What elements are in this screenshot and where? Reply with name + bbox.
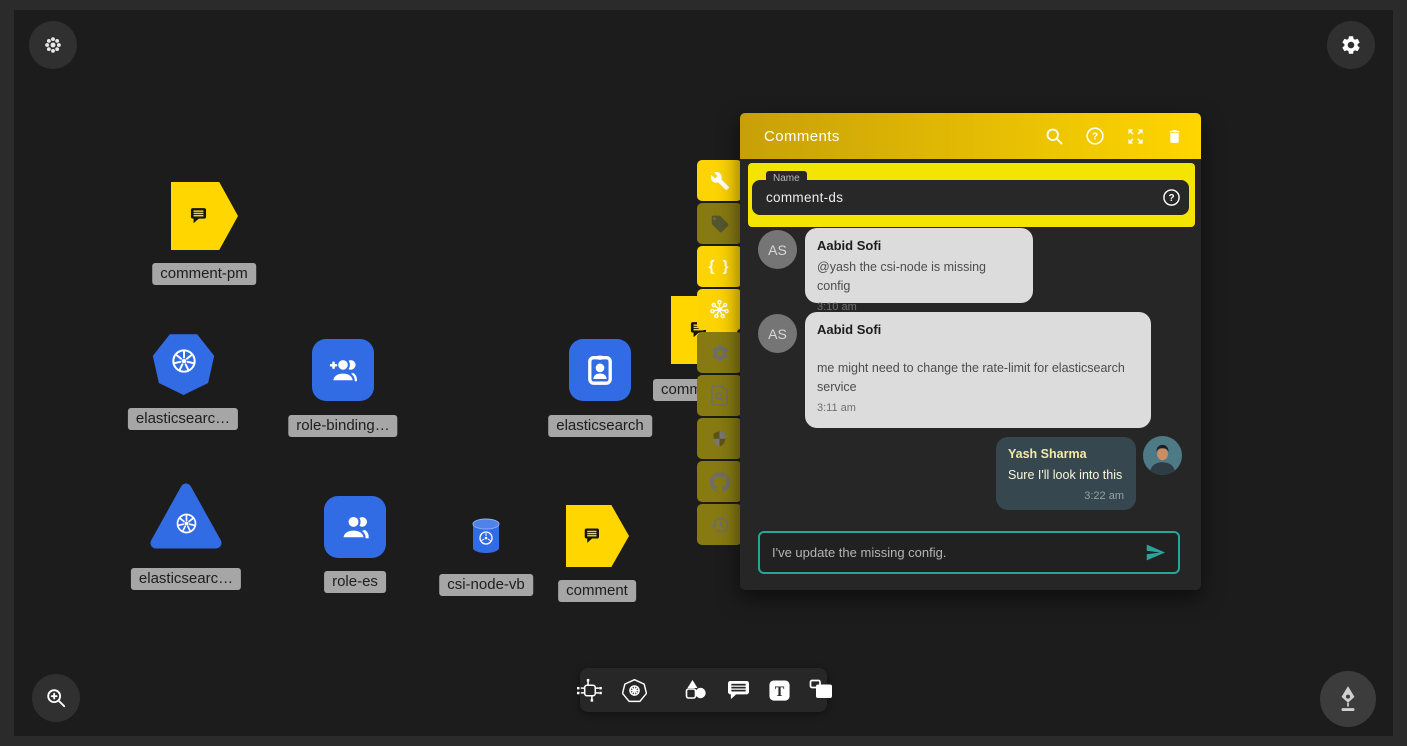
node-role-es[interactable] — [324, 496, 386, 558]
node-label[interactable]: elasticsearc… — [131, 568, 241, 590]
shapes-tool-button[interactable] — [683, 678, 709, 702]
comment-icon — [581, 518, 615, 554]
kubernetes-cylinder-icon — [471, 518, 501, 554]
app-window: comment-pm elasticsearc… role-binding… — [0, 0, 1407, 746]
zoom-in-button[interactable] — [32, 674, 80, 722]
search-button[interactable] — [1044, 126, 1064, 146]
message-author: Yash Sharma — [1008, 447, 1124, 461]
comment-icon — [187, 197, 223, 235]
kubernetes-icon — [622, 678, 647, 703]
comment-composer — [758, 531, 1180, 574]
kubernetes-wheel-icon — [168, 345, 200, 377]
node-label[interactable]: role-es — [324, 571, 386, 593]
message-text: me might need to change the rate-limit f… — [817, 359, 1139, 397]
help-button[interactable]: ? — [1085, 126, 1105, 146]
delete-button[interactable] — [1166, 127, 1183, 146]
shape-dock: T — [580, 668, 827, 712]
configure-button[interactable] — [697, 160, 742, 201]
svg-text:T: T — [774, 683, 784, 699]
settings-button[interactable] — [1327, 21, 1375, 69]
image-tool-button[interactable] — [809, 679, 833, 702]
gear-icon — [710, 343, 730, 363]
node-label[interactable]: comment-pm — [152, 263, 256, 285]
history-button[interactable] — [697, 504, 742, 545]
svg-text:?: ? — [1168, 193, 1174, 204]
avatar-photo — [1143, 436, 1182, 475]
settings-gear-icon — [1340, 34, 1362, 56]
shapes-icon — [683, 678, 709, 702]
name-field-label: Name — [766, 171, 807, 187]
text-icon: T — [768, 679, 791, 702]
expand-button[interactable] — [1126, 127, 1145, 146]
tag-button[interactable] — [697, 203, 742, 244]
node-action-toolbar: { } — [697, 160, 742, 545]
chat-message: Yash Sharma Sure I'll look into this 3:2… — [996, 437, 1136, 510]
name-field-section: Name ? — [748, 163, 1195, 227]
node-elasticsearch-triangle[interactable] — [149, 480, 223, 552]
add-user-icon — [325, 352, 361, 388]
wrench-icon — [710, 171, 730, 191]
node-label[interactable]: comment — [558, 580, 636, 602]
comment-icon — [727, 680, 750, 701]
node-label[interactable]: elasticsearc… — [128, 408, 238, 430]
users-icon — [337, 509, 373, 545]
node-csi-node-vb[interactable] — [471, 518, 501, 554]
image-icon — [809, 679, 833, 702]
pen-tool-button[interactable] — [1320, 671, 1376, 727]
svg-text:?: ? — [1092, 132, 1098, 143]
panel-title: Comments — [764, 128, 840, 145]
expand-icon — [1126, 127, 1145, 146]
node-label[interactable]: csi-node-vb — [439, 574, 533, 596]
help-icon: ? — [1085, 126, 1105, 146]
kubernetes-wheel-icon — [173, 510, 200, 537]
comments-panel: Comments ? Name ? AS Aabid Sofi @yash th… — [740, 113, 1201, 590]
service-account-icon — [582, 352, 618, 388]
file-search-icon — [710, 385, 729, 406]
chat-message: Aabid Sofi @yash the csi-node is missing… — [805, 228, 1033, 303]
chat-message: Aabid Sofi me might need to change the r… — [805, 312, 1151, 428]
node-label[interactable]: elasticsearch — [548, 415, 652, 437]
node-role-binding[interactable] — [312, 339, 374, 401]
github-icon — [710, 472, 730, 492]
github-button[interactable] — [697, 461, 742, 502]
message-time: 3:10 am — [817, 301, 1021, 313]
message-time: 3:11 am — [817, 402, 1139, 414]
node-elasticsearch-sa[interactable] — [569, 339, 631, 401]
message-text: Sure I'll look into this — [1008, 466, 1124, 485]
message-author: Aabid Sofi — [817, 322, 1139, 337]
zoom-in-icon — [45, 687, 67, 709]
shield-icon — [710, 429, 729, 449]
hub-icon — [708, 298, 731, 321]
settings-button-toolbar[interactable] — [697, 332, 742, 373]
message-text: @yash the csi-node is missing config — [817, 258, 1021, 296]
avatar: AS — [758, 230, 797, 269]
app-logo-button[interactable] — [29, 21, 77, 69]
history-icon — [710, 515, 730, 535]
shield-button[interactable] — [697, 418, 742, 459]
text-tool-button[interactable]: T — [768, 679, 791, 702]
hub-button[interactable] — [697, 289, 742, 330]
trash-icon — [1166, 127, 1183, 146]
file-search-button[interactable] — [697, 375, 742, 416]
node-label[interactable]: role-binding… — [288, 415, 397, 437]
name-input[interactable] — [752, 180, 1189, 215]
comment-input[interactable] — [760, 545, 1145, 560]
comment-tool-button[interactable] — [727, 680, 750, 701]
braces-button[interactable]: { } — [697, 246, 742, 287]
circuit-icon — [575, 678, 604, 703]
send-icon — [1145, 542, 1166, 563]
avatar: AS — [758, 314, 797, 353]
search-icon — [1044, 126, 1064, 146]
flower-logo-icon — [42, 34, 64, 56]
braces-icon: { } — [709, 258, 731, 275]
pen-nib-icon — [1335, 685, 1361, 713]
kubernetes-tool-button[interactable] — [622, 678, 647, 703]
help-icon[interactable]: ? — [1162, 188, 1181, 207]
message-author: Aabid Sofi — [817, 238, 1021, 253]
comments-panel-header[interactable]: Comments ? — [740, 113, 1201, 159]
flows-tool-button[interactable] — [575, 678, 604, 703]
send-button[interactable] — [1145, 542, 1178, 563]
message-time: 3:22 am — [1008, 490, 1124, 502]
tag-icon — [710, 214, 730, 234]
